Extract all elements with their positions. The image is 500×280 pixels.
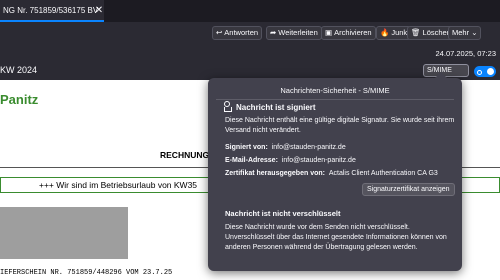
banner-text: +++ Wir sind im Betriebsurlaub von KW35 [39,180,198,190]
smime-status-toggle[interactable] [474,66,496,77]
message-date: 24.07.2025, 07:23 [435,49,496,58]
junk-button[interactable]: 🔥 Junk [376,26,412,40]
issuer-row: Zertifikat herausgegeben von: Actalis Cl… [225,170,438,177]
email-row: E-Mail-Adresse: info@stauden-panitz.de [225,157,356,164]
security-popup: Nachrichten-Sicherheit - S/MIME Nachrich… [208,72,462,271]
company-logo: Panitz [0,92,39,107]
trash-icon: 🗑 [411,28,421,37]
image-placeholder [0,207,128,259]
subject-fragment: KW 2024 [0,65,38,75]
encryption-description: Diese Nachricht wurde vor dem Senden nic… [225,224,447,251]
signed-heading: Nachricht ist signiert [236,103,316,112]
encryption-heading: Nachricht ist nicht verschlüsselt [225,209,341,218]
view-certificate-button[interactable]: Signaturzertifikat anzeigen [362,183,455,196]
archive-icon: ▣ [325,28,333,37]
signer-row: Signiert von: info@stauden-panitz.de [225,144,346,151]
forward-icon: ➦ [270,28,277,37]
forward-button[interactable]: ➦ Weiterleiten [266,26,322,40]
message-tab[interactable]: NG Nr. 751859/536175 BV [0,0,104,22]
close-icon[interactable]: ✕ [94,0,104,22]
tab-bar: NG Nr. 751859/536175 BV ✕ [0,0,500,22]
document-heading: RECHNUNG [160,150,210,160]
message-header-toolbar: ↩ Antworten ➦ Weiterleiten ▣ Archivieren 🔥 J… [0,22,500,80]
delivery-note-line: IEFERSCHEIN NR. 751859/448296 VOM 23.7.2… [0,269,173,277]
popup-divider [216,99,454,100]
award-icon [223,101,232,112]
chevron-down-icon: ⌄ [471,28,478,37]
more-button[interactable]: Mehr ⌄ [448,26,482,40]
tab-title: NG Nr. 751859/536175 BV [3,6,99,15]
archive-button[interactable]: ▣ Archivieren [321,26,376,40]
junk-icon: 🔥 [380,28,390,37]
reply-icon: ↩ [216,28,223,37]
popup-title: Nachrichten-Sicherheit - S/MIME [280,86,390,95]
signed-description: Diese Nachricht enthält eine gültige dig… [225,117,455,134]
reply-button[interactable]: ↩ Antworten [212,26,263,40]
